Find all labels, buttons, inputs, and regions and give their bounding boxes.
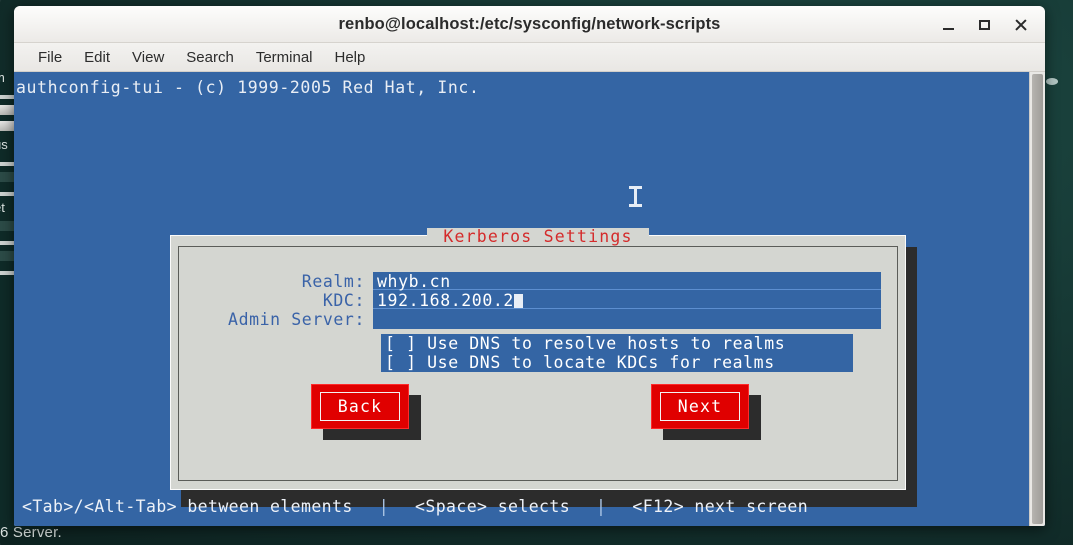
cursor-stem [634, 188, 637, 205]
kdc-input[interactable]: 192.168.200.2 [373, 291, 881, 310]
kdc-input-value: 192.168.200.2 [377, 291, 514, 310]
menu-item-file[interactable]: File [38, 49, 62, 66]
text-caret [513, 294, 523, 309]
kdc-label: KDC: [322, 291, 365, 310]
realm-label: Realm: [301, 272, 365, 291]
tui-footer-hints: <Tab>/<Alt-Tab> between elements | <Spac… [22, 497, 1025, 516]
realm-input-value: whyb.cn [377, 272, 451, 291]
close-icon [1014, 18, 1027, 31]
title-bar[interactable]: renbo@localhost:/etc/sysconfig/network-s… [14, 6, 1045, 43]
menu-item-help[interactable]: Help [335, 49, 366, 66]
menu-item-view[interactable]: View [132, 49, 164, 66]
cursor-cap-top [629, 186, 642, 189]
checkbox-use-dns-resolve-hosts[interactable]: [ ] Use DNS to resolve hosts to realms [381, 334, 853, 353]
back-button-label: Back [320, 392, 400, 421]
back-button[interactable]: Back [311, 384, 409, 429]
minimize-button[interactable] [931, 6, 965, 43]
text-cursor-icon [629, 186, 642, 207]
terminal-window[interactable]: renbo@localhost:/etc/sysconfig/network-s… [14, 6, 1045, 526]
menu-item-search[interactable]: Search [186, 49, 234, 66]
window-title: renbo@localhost:/etc/sysconfig/network-s… [338, 15, 721, 33]
desktop-blip [1046, 78, 1058, 85]
next-button[interactable]: Next [651, 384, 749, 429]
scrollbar-thumb[interactable] [1032, 74, 1043, 524]
hint-separator: | [596, 497, 607, 516]
admin-server-input[interactable] [373, 310, 881, 329]
dialog-button-row: Back Next [171, 376, 905, 446]
next-button-label: Next [660, 392, 740, 421]
cursor-cap-bottom [629, 204, 642, 207]
realm-input[interactable]: whyb.cn [373, 272, 881, 291]
hint-separator: | [378, 497, 390, 516]
tui-header-line: authconfig-tui - (c) 1999-2005 Red Hat, … [16, 78, 480, 97]
minimize-icon [942, 27, 954, 30]
field-row-admin-server[interactable]: Admin Server: [171, 310, 905, 329]
menu-item-terminal[interactable]: Terminal [256, 49, 313, 66]
hint-tab: <Tab>/<Alt-Tab> between elements [22, 497, 353, 516]
dialog-title-text: Kerberos Settings [427, 228, 649, 246]
admin-server-label: Admin Server: [228, 310, 365, 329]
vertical-scrollbar[interactable] [1029, 72, 1045, 526]
checkbox-use-dns-locate-kdcs[interactable]: [ ] Use DNS to locate KDCs for realms [381, 353, 853, 372]
maximize-icon [978, 19, 990, 30]
background-window-status-text: 6 Server. [0, 524, 62, 541]
dialog-checkbox-group: [ ] Use DNS to resolve hosts to realms [… [381, 334, 853, 372]
menu-bar[interactable]: File Edit View Search Terminal Help [14, 43, 1045, 72]
maximize-button[interactable] [967, 6, 1001, 43]
field-row-realm[interactable]: Realm: whyb.cn [171, 272, 905, 291]
hint-space: <Space> selects [415, 497, 571, 516]
hint-f12: <F12> next screen [632, 497, 809, 516]
close-button[interactable] [1003, 6, 1037, 43]
dialog-form: Realm: whyb.cn KDC: 192.168.200.2 Admin … [171, 272, 905, 329]
terminal-content[interactable]: authconfig-tui - (c) 1999-2005 Red Hat, … [14, 72, 1045, 526]
kerberos-settings-dialog[interactable]: Kerberos Settings Realm: whyb.cn KDC: 19… [170, 228, 906, 490]
field-row-kdc[interactable]: KDC: 192.168.200.2 [171, 291, 905, 310]
menu-item-edit[interactable]: Edit [84, 49, 110, 66]
dialog-title: Kerberos Settings [171, 227, 905, 246]
